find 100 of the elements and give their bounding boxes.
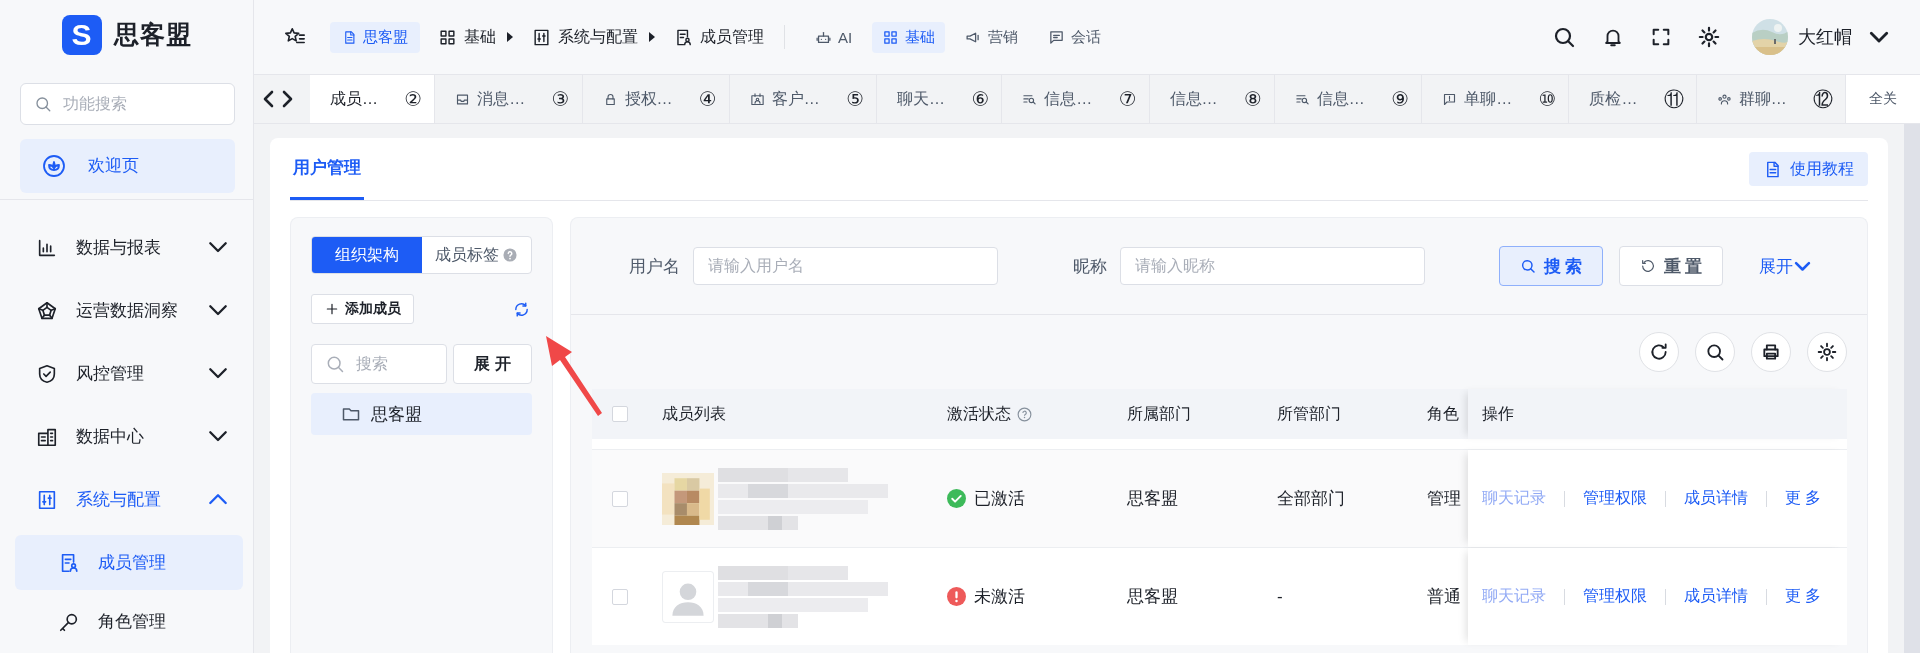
menu-item[interactable]: 数据与报表 xyxy=(0,216,253,279)
section-tab[interactable]: 用户管理 xyxy=(290,138,364,200)
menu-item[interactable]: 风控管理 xyxy=(0,342,253,405)
close-all-button[interactable]: 全关 xyxy=(1846,75,1920,123)
action-link[interactable]: 管理权限 xyxy=(1583,488,1647,509)
page-tab[interactable]: 信息… ⑦ xyxy=(1002,75,1150,123)
settings-icon[interactable] xyxy=(1698,26,1720,48)
table-cell-text: 管理 xyxy=(1427,488,1461,510)
chevron-up-icon xyxy=(209,494,227,505)
chevron-left-icon[interactable] xyxy=(264,91,274,107)
action-link[interactable]: 成员详情 xyxy=(1684,488,1748,509)
action-link[interactable]: 成员详情 xyxy=(1684,586,1748,607)
breadcrumb-item[interactable]: 成员管理 xyxy=(674,26,764,48)
field-label: 用户名 xyxy=(628,255,680,278)
menu-item[interactable]: 数据中心 xyxy=(0,405,253,468)
action-link[interactable]: 更 多 xyxy=(1785,488,1822,509)
workspace-chip[interactable]: 思客盟 xyxy=(330,21,420,53)
refresh-button[interactable] xyxy=(1639,332,1679,372)
search-button[interactable] xyxy=(1695,332,1735,372)
shield-check-icon xyxy=(36,362,58,385)
checkbox[interactable] xyxy=(611,406,628,422)
grid-icon xyxy=(882,28,900,46)
input-field[interactable]: 请输入用户名 xyxy=(693,247,998,285)
page-tab[interactable]: 聊天… ⑥ xyxy=(877,75,1003,123)
nav-tab[interactable]: AI xyxy=(805,22,863,52)
chevron-down-icon[interactable] xyxy=(1870,31,1888,43)
page-tab[interactable]: 质检… ⑪ xyxy=(1569,75,1697,123)
menu-item[interactable]: 欢迎页 xyxy=(20,138,235,193)
settings-icon xyxy=(1817,342,1837,362)
input-field[interactable]: 请输入昵称 xyxy=(1120,247,1425,285)
document-person-icon xyxy=(674,27,693,47)
chevron-right-icon[interactable] xyxy=(282,91,292,107)
chevron-down-icon xyxy=(209,305,227,316)
segment-tab[interactable]: 成员标签 xyxy=(421,237,531,273)
breadcrumb-item[interactable]: 系统与配置 xyxy=(532,26,638,48)
search-icon[interactable] xyxy=(1552,25,1576,49)
id-card-icon xyxy=(749,91,765,107)
page-tab[interactable]: 客户… ⑤ xyxy=(729,75,878,123)
chevron-down-icon xyxy=(209,431,227,442)
page-tab[interactable]: 消息… ③ xyxy=(435,75,583,123)
nav-tab[interactable]: 基础 xyxy=(872,21,946,53)
checkbox[interactable] xyxy=(611,490,628,507)
fullscreen-icon[interactable] xyxy=(1650,26,1672,48)
pentagon-icon xyxy=(36,299,58,322)
column-header: 所管部门 xyxy=(1277,403,1341,424)
settings-button[interactable] xyxy=(1807,332,1847,372)
page-tab[interactable]: 成员… ② xyxy=(310,75,436,123)
action-link[interactable]: 更 多 xyxy=(1785,586,1822,607)
checkbox[interactable] xyxy=(611,588,628,605)
message-alert-icon xyxy=(1442,91,1458,107)
table-cell: - xyxy=(1277,586,1283,607)
nav-tab[interactable]: 营销 xyxy=(955,21,1029,53)
reset-icon xyxy=(1639,258,1656,274)
check-circle-icon xyxy=(947,489,966,508)
search-field[interactable]: 功能搜索 xyxy=(20,82,235,125)
help-icon xyxy=(503,248,518,262)
tutorial-button[interactable]: 使用教程 xyxy=(1749,152,1868,186)
caret-icon xyxy=(506,31,514,43)
column-header: 操作 xyxy=(1482,403,1514,424)
breadcrumb-item[interactable]: 基础 xyxy=(438,26,496,48)
inbox-icon xyxy=(455,91,471,107)
sliders-icon xyxy=(36,488,58,511)
expand-link[interactable]: 展开 xyxy=(1759,254,1810,278)
search-icon xyxy=(1519,258,1536,274)
lotus-icon xyxy=(42,153,66,178)
add-member-button[interactable]: 添加成员 xyxy=(311,294,414,324)
nav-tab[interactable]: 会话 xyxy=(1038,21,1112,53)
logo-mark: S xyxy=(61,14,102,55)
reset-button[interactable]: 重 置 xyxy=(1619,246,1723,286)
page-tab[interactable]: 信息… ⑧ xyxy=(1149,75,1275,123)
field-label: 昵称 xyxy=(1072,255,1107,278)
column-header: 所属部门 xyxy=(1127,403,1191,424)
action-link[interactable]: 管理权限 xyxy=(1583,586,1647,607)
status-text: 已激活 xyxy=(974,488,1025,510)
page-tab[interactable]: 授权… ④ xyxy=(582,75,730,123)
expand-button[interactable]: 展 开 xyxy=(453,344,532,384)
menu-item[interactable]: 运营数据洞察 xyxy=(0,279,253,342)
caret-icon xyxy=(648,31,656,43)
page-tab[interactable]: 信息… ⑨ xyxy=(1274,75,1423,123)
tree-node[interactable]: 思客盟 xyxy=(311,393,532,435)
submenu-item[interactable]: 成员管理 xyxy=(15,535,243,590)
chevron-down-icon xyxy=(209,242,227,253)
search-button[interactable]: 搜 索 xyxy=(1499,246,1603,286)
table-cell-text: 思客盟 xyxy=(1127,586,1178,608)
scrollbar[interactable] xyxy=(1904,124,1920,653)
printer-button[interactable] xyxy=(1751,332,1791,372)
user-name[interactable]: 大红帽 xyxy=(1798,25,1852,49)
plus-icon xyxy=(324,301,340,317)
submenu-item[interactable]: 角色管理 xyxy=(15,594,243,649)
search-icon xyxy=(325,354,345,374)
menu-item[interactable]: 系统与配置 xyxy=(0,468,253,531)
printer-icon xyxy=(1761,342,1781,362)
sync-icon[interactable] xyxy=(513,300,530,318)
refresh-icon xyxy=(1649,342,1669,362)
search-field[interactable]: 搜索 xyxy=(311,344,447,384)
search-icon xyxy=(1705,342,1725,362)
alert-circle-icon xyxy=(947,587,966,606)
grid-icon xyxy=(438,27,457,47)
page-tab[interactable]: 单聊… ⑩ xyxy=(1422,75,1570,123)
segment-tab[interactable]: 组织架构 xyxy=(312,237,422,273)
